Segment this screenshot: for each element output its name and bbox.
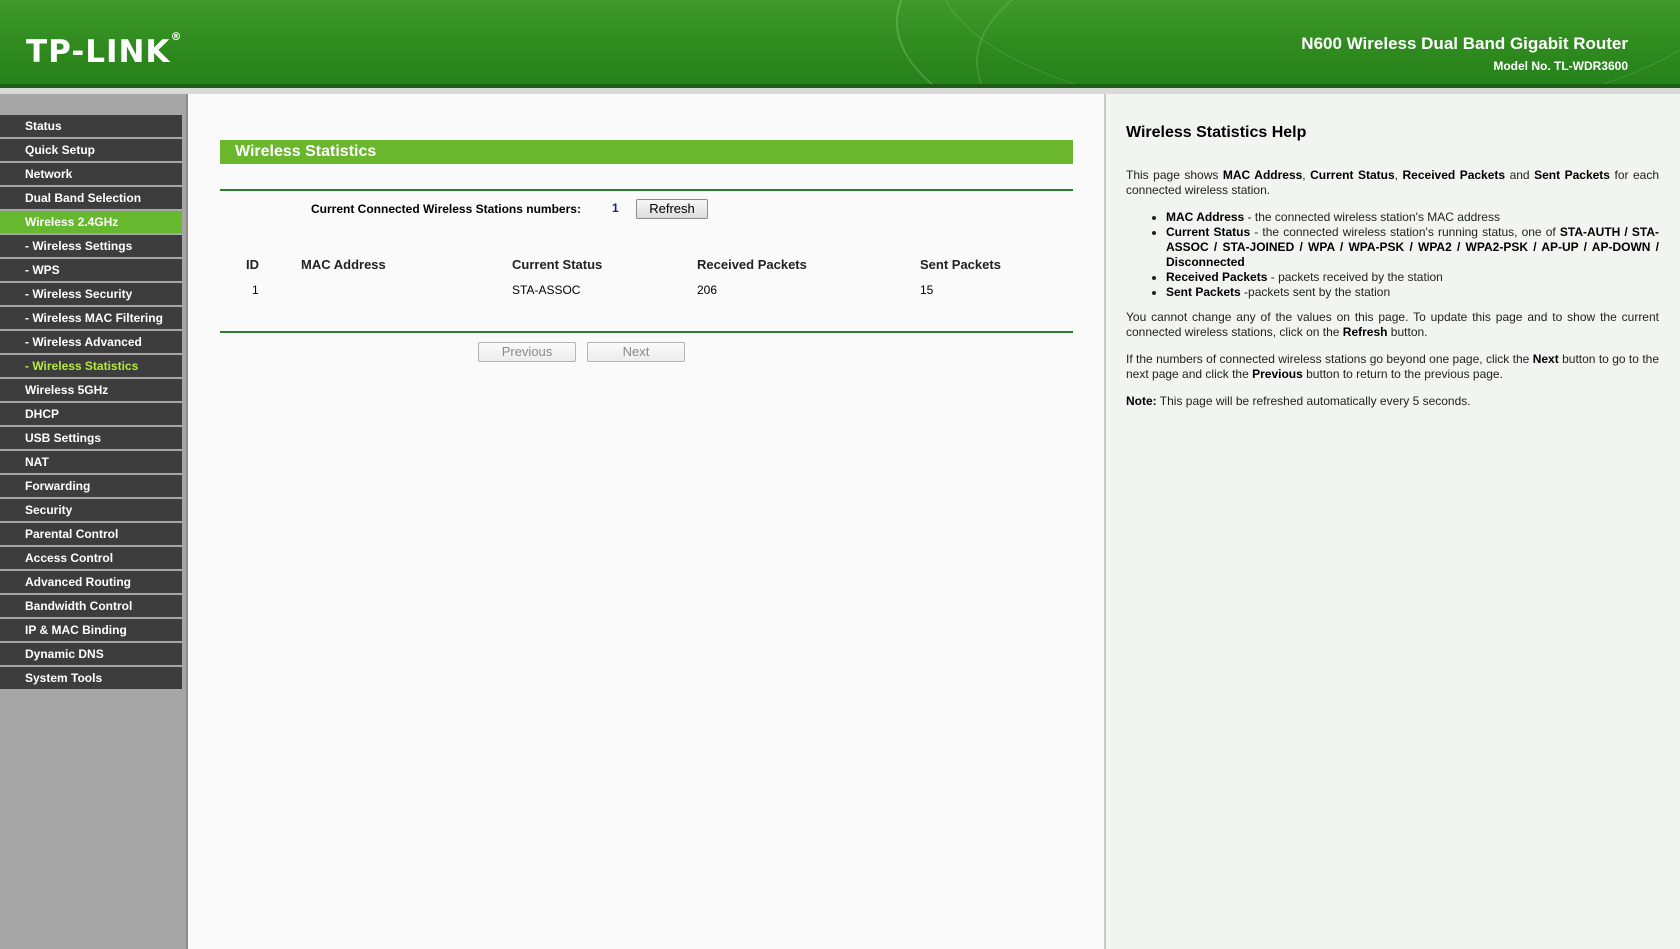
menu-item-forwarding[interactable]: Forwarding: [0, 475, 182, 497]
help-intro-text: and: [1505, 168, 1535, 182]
help-intro-text: ,: [1394, 168, 1403, 182]
menu-item-wireless-5ghz[interactable]: Wireless 5GHz: [0, 379, 182, 401]
help-bullet-received: Received Packets - packets received by t…: [1166, 270, 1659, 285]
previous-button[interactable]: Previous: [478, 342, 576, 362]
menu-item-system-tools[interactable]: System Tools: [0, 667, 182, 689]
help-field-list: MAC Address - the connected wireless sta…: [1126, 210, 1659, 300]
menu-item-wireless-mac-filtering[interactable]: - Wireless MAC Filtering: [0, 307, 182, 329]
help-desc: - packets received by the station: [1267, 270, 1443, 284]
menu-item-dual-band-selection[interactable]: Dual Band Selection: [0, 187, 182, 209]
menu-item-security[interactable]: Security: [0, 499, 182, 521]
help-desc: -packets sent by the station: [1240, 285, 1391, 299]
help-term: Received Packets: [1166, 270, 1268, 284]
page-title: Wireless Statistics: [220, 140, 1073, 164]
help-desc: - the connected wireless station's MAC a…: [1244, 210, 1500, 224]
section-divider-top: [220, 189, 1073, 191]
column-header-received-packets: Received Packets: [697, 257, 807, 272]
product-name: N600 Wireless Dual Band Gigabit Router: [1301, 34, 1628, 53]
help-term: Previous: [1252, 367, 1303, 381]
column-header-mac-address: MAC Address: [301, 257, 386, 272]
help-bullet-mac: MAC Address - the connected wireless sta…: [1166, 210, 1659, 225]
help-refresh-paragraph: You cannot change any of the values on t…: [1126, 310, 1659, 340]
section-divider-bottom: [220, 331, 1073, 333]
help-bullet-sent: Sent Packets -packets sent by the statio…: [1166, 285, 1659, 300]
station-count-value: 1: [612, 201, 619, 215]
help-note: Note: This page will be refreshed automa…: [1126, 394, 1659, 409]
help-intro-text: ,: [1302, 168, 1311, 182]
menu-item-access-control[interactable]: Access Control: [0, 547, 182, 569]
menu-item-dhcp[interactable]: DHCP: [0, 403, 182, 425]
menu-item-wireless-advanced[interactable]: - Wireless Advanced: [0, 331, 182, 353]
help-term: Current Status: [1166, 225, 1251, 239]
header: TP-LINK® N600 Wireless Dual Band Gigabit…: [0, 0, 1680, 88]
menu-item-bandwidth-control[interactable]: Bandwidth Control: [0, 595, 182, 617]
sidebar: Status Quick Setup Network Dual Band Sel…: [0, 94, 188, 949]
cell-received-packets: 206: [697, 283, 718, 297]
menu-item-parental-control[interactable]: Parental Control: [0, 523, 182, 545]
help-intro-text: This page shows: [1126, 168, 1223, 182]
menu-item-wps[interactable]: - WPS: [0, 259, 182, 281]
menu-item-advanced-routing[interactable]: Advanced Routing: [0, 571, 182, 593]
help-term: Sent Packets: [1166, 285, 1241, 299]
help-term: Refresh: [1342, 325, 1388, 339]
tp-link-logo: TP-LINK®: [26, 30, 182, 70]
help-intro: This page shows MAC Address, Current Sta…: [1126, 168, 1659, 198]
column-header-id: ID: [246, 257, 259, 272]
help-text: button to return to the previous page.: [1302, 367, 1503, 381]
help-intro-term: MAC Address: [1222, 168, 1303, 182]
help-title: Wireless Statistics Help: [1126, 124, 1307, 141]
menu-item-wireless-settings[interactable]: - Wireless Settings: [0, 235, 182, 257]
help-text: If the numbers of connected wireless sta…: [1126, 352, 1533, 366]
column-header-current-status: Current Status: [512, 257, 603, 272]
help-intro-term: Sent Packets: [1534, 168, 1610, 182]
cell-current-status: STA-ASSOC: [512, 283, 581, 297]
help-note-text: This page will be refreshed automaticall…: [1156, 394, 1471, 408]
help-intro-term: Received Packets: [1402, 168, 1506, 182]
help-note-label: Note:: [1126, 394, 1157, 408]
sidebar-menu: Status Quick Setup Network Dual Band Sel…: [0, 115, 182, 691]
help-intro-term: Current Status: [1310, 168, 1395, 182]
menu-item-nat[interactable]: NAT: [0, 451, 182, 473]
next-button[interactable]: Next: [587, 342, 685, 362]
logo-text: TP-LINK: [26, 34, 171, 70]
menu-item-status[interactable]: Status: [0, 115, 182, 137]
help-panel: Wireless Statistics Help This page shows…: [1106, 94, 1680, 949]
help-paging-paragraph: If the numbers of connected wireless sta…: [1126, 352, 1659, 382]
model-number: Model No. TL-WDR3600: [1493, 59, 1628, 73]
menu-item-ip-mac-binding[interactable]: IP & MAC Binding: [0, 619, 182, 641]
menu-item-dynamic-dns[interactable]: Dynamic DNS: [0, 643, 182, 665]
menu-item-wireless-statistics[interactable]: - Wireless Statistics: [0, 355, 182, 377]
station-count-label: Current Connected Wireless Stations numb…: [311, 202, 581, 216]
menu-item-quick-setup[interactable]: Quick Setup: [0, 139, 182, 161]
cell-id: 1: [252, 283, 259, 297]
help-bullet-status: Current Status - the connected wireless …: [1166, 225, 1659, 270]
menu-item-usb-settings[interactable]: USB Settings: [0, 427, 182, 449]
main-panel: Wireless Statistics Current Connected Wi…: [188, 94, 1106, 949]
cell-sent-packets: 15: [920, 283, 934, 297]
help-desc: - the connected wireless station's runni…: [1250, 225, 1560, 239]
help-text: button.: [1387, 325, 1428, 339]
help-term: MAC Address: [1166, 210, 1245, 224]
menu-item-network[interactable]: Network: [0, 163, 182, 185]
help-term: Next: [1532, 352, 1559, 366]
column-header-sent-packets: Sent Packets: [920, 257, 1001, 272]
menu-item-wireless-security[interactable]: - Wireless Security: [0, 283, 182, 305]
registered-mark: ®: [170, 30, 183, 43]
menu-item-wireless-24ghz[interactable]: Wireless 2.4GHz: [0, 211, 182, 233]
refresh-button[interactable]: Refresh: [636, 199, 708, 219]
help-body: This page shows MAC Address, Current Sta…: [1126, 168, 1659, 421]
